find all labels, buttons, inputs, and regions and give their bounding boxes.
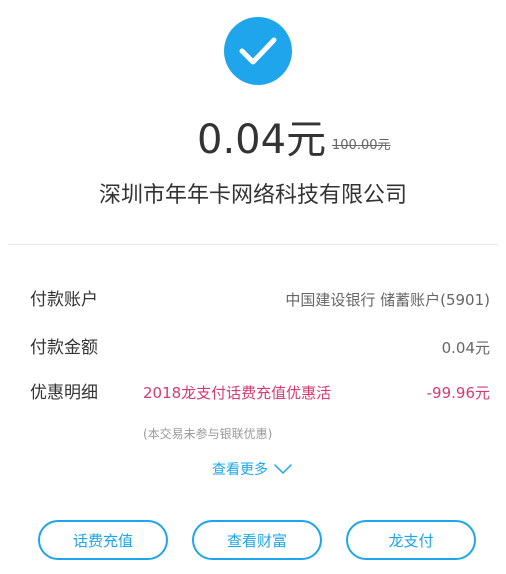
phone-recharge-button[interactable]: 话费充值	[38, 520, 168, 560]
see-more-link[interactable]: 查看更多	[212, 456, 292, 482]
divider	[8, 244, 498, 245]
account-label: 付款账户	[30, 290, 98, 310]
merchant-name: 深圳市年年卡网络科技有限公司	[98, 183, 407, 208]
chevron-down-icon	[274, 464, 292, 474]
promotion-note: (本交易未参与银联优惠)	[143, 427, 273, 441]
account-value: 中国建设银行 储蓄账户(5901)	[285, 291, 490, 309]
view-wealth-button[interactable]: 查看财富	[192, 520, 322, 560]
long-pay-button[interactable]: 龙支付	[346, 520, 476, 560]
promotion-label: 优惠明细	[30, 383, 98, 403]
detail-row-promotion: 优惠明细 2018龙支付话费充值优惠活 -99.96元	[30, 378, 490, 408]
detail-row-amount: 付款金额 0.04元	[30, 333, 490, 363]
checkmark-icon	[239, 37, 277, 65]
see-more-label: 查看更多	[212, 462, 268, 478]
amount-value: 0.04元	[441, 339, 490, 357]
detail-row-account: 付款账户 中国建设银行 储蓄账户(5901)	[30, 285, 490, 315]
promotion-name: 2018龙支付话费充值优惠活	[143, 384, 332, 402]
promotion-value: -99.96元	[426, 384, 490, 402]
success-checkmark-icon	[224, 17, 292, 85]
paid-amount: 0.04元	[197, 117, 327, 163]
amount-label: 付款金额	[30, 338, 98, 358]
amount-row: 0.04元 100.00元	[0, 114, 506, 166]
original-amount: 100.00元	[332, 138, 391, 153]
